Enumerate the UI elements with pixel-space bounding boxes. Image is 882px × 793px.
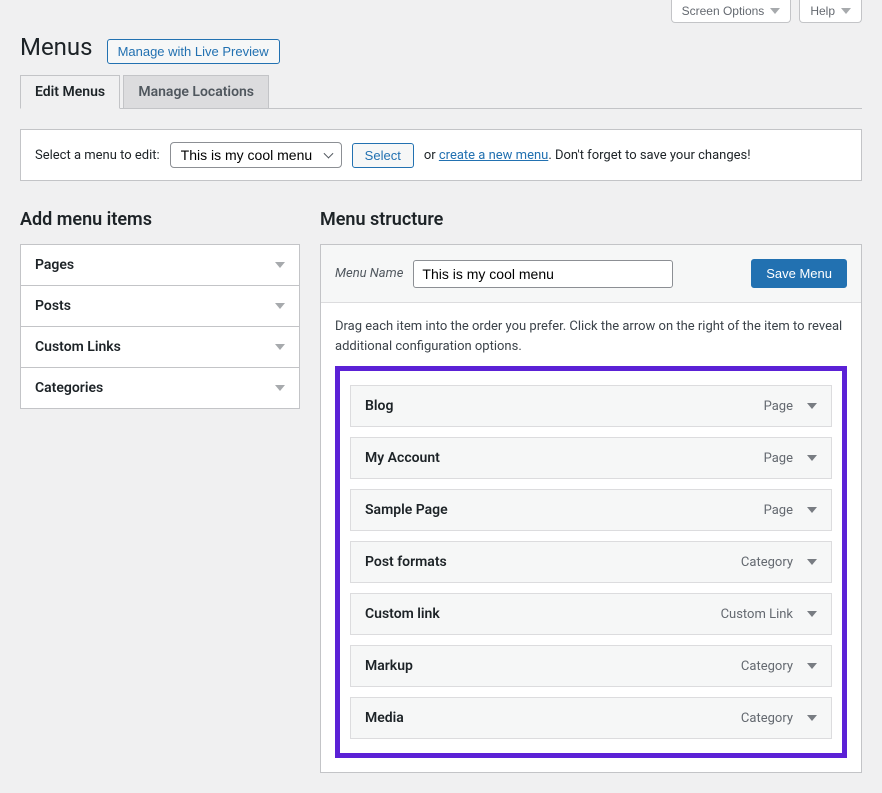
- menu-item-type: Category: [741, 555, 793, 570]
- menu-item[interactable]: My Account Page: [350, 437, 832, 479]
- menu-name-input[interactable]: [413, 260, 673, 288]
- menu-item-type: Page: [764, 503, 793, 518]
- menu-items-highlight: Blog Page My Account Page: [335, 366, 847, 758]
- screen-options-button[interactable]: Screen Options: [671, 0, 792, 23]
- menu-item-label: Media: [365, 710, 404, 726]
- menu-item-type: Page: [764, 399, 793, 414]
- menu-item-label: Custom link: [365, 606, 440, 622]
- add-items-accordion: Pages Posts Custom Links Categories: [20, 244, 300, 409]
- accordion-posts[interactable]: Posts: [21, 286, 299, 327]
- reminder-text: . Don't forget to save your changes!: [548, 148, 750, 163]
- menu-item[interactable]: Markup Category: [350, 645, 832, 687]
- chevron-down-icon[interactable]: [807, 403, 817, 409]
- accordion-label: Posts: [35, 298, 71, 314]
- menu-item-label: Markup: [365, 658, 413, 674]
- accordion-label: Pages: [35, 257, 74, 273]
- help-button[interactable]: Help: [799, 0, 862, 23]
- page-title: Menus: [20, 33, 93, 61]
- accordion-custom-links[interactable]: Custom Links: [21, 327, 299, 368]
- menu-item[interactable]: Sample Page Page: [350, 489, 832, 531]
- menu-name-label: Menu Name: [335, 266, 403, 281]
- tab-edit-menus[interactable]: Edit Menus: [20, 75, 120, 109]
- menu-item-type: Custom Link: [721, 607, 793, 622]
- chevron-down-icon[interactable]: [807, 507, 817, 513]
- menu-item[interactable]: Blog Page: [350, 385, 832, 427]
- chevron-down-icon: [275, 262, 285, 268]
- help-label: Help: [810, 4, 835, 18]
- menu-item[interactable]: Post formats Category: [350, 541, 832, 583]
- screen-options-label: Screen Options: [682, 4, 765, 18]
- accordion-label: Categories: [35, 380, 103, 396]
- or-text: or: [424, 148, 436, 163]
- nav-tabs: Edit Menus Manage Locations: [20, 75, 862, 109]
- menu-item-type: Page: [764, 451, 793, 466]
- menu-item-label: Blog: [365, 398, 393, 414]
- chevron-down-icon: [275, 303, 285, 309]
- select-bar-text: or create a new menu. Don't forget to sa…: [424, 148, 751, 163]
- chevron-down-icon: [841, 8, 851, 14]
- menu-instructions: Drag each item into the order you prefer…: [321, 303, 861, 366]
- menu-item[interactable]: Custom link Custom Link: [350, 593, 832, 635]
- select-menu-label: Select a menu to edit:: [35, 148, 160, 163]
- create-new-menu-link[interactable]: create a new menu: [439, 148, 548, 163]
- chevron-down-icon[interactable]: [807, 455, 817, 461]
- menu-item-label: My Account: [365, 450, 440, 466]
- menu-item-type: Category: [741, 659, 793, 674]
- accordion-categories[interactable]: Categories: [21, 368, 299, 408]
- save-menu-button[interactable]: Save Menu: [751, 259, 847, 288]
- menu-item[interactable]: Media Category: [350, 697, 832, 739]
- chevron-down-icon[interactable]: [807, 663, 817, 669]
- menu-item-label: Post formats: [365, 554, 447, 570]
- chevron-down-icon: [275, 385, 285, 391]
- live-preview-button[interactable]: Manage with Live Preview: [107, 39, 280, 64]
- chevron-down-icon[interactable]: [807, 611, 817, 617]
- select-button[interactable]: Select: [352, 143, 414, 168]
- tab-manage-locations[interactable]: Manage Locations: [123, 75, 269, 108]
- chevron-down-icon: [770, 8, 780, 14]
- menu-select[interactable]: This is my cool menu: [170, 142, 342, 168]
- add-menu-items-title: Add menu items: [20, 209, 300, 230]
- chevron-down-icon[interactable]: [807, 559, 817, 565]
- menu-item-label: Sample Page: [365, 502, 448, 518]
- menu-structure-title: Menu structure: [320, 209, 862, 230]
- menu-panel: Menu Name Save Menu Drag each item into …: [320, 244, 862, 773]
- chevron-down-icon[interactable]: [807, 715, 817, 721]
- menu-item-type: Category: [741, 711, 793, 726]
- menu-select-bar: Select a menu to edit: This is my cool m…: [20, 129, 862, 181]
- accordion-label: Custom Links: [35, 339, 121, 355]
- accordion-pages[interactable]: Pages: [21, 245, 299, 286]
- chevron-down-icon: [275, 344, 285, 350]
